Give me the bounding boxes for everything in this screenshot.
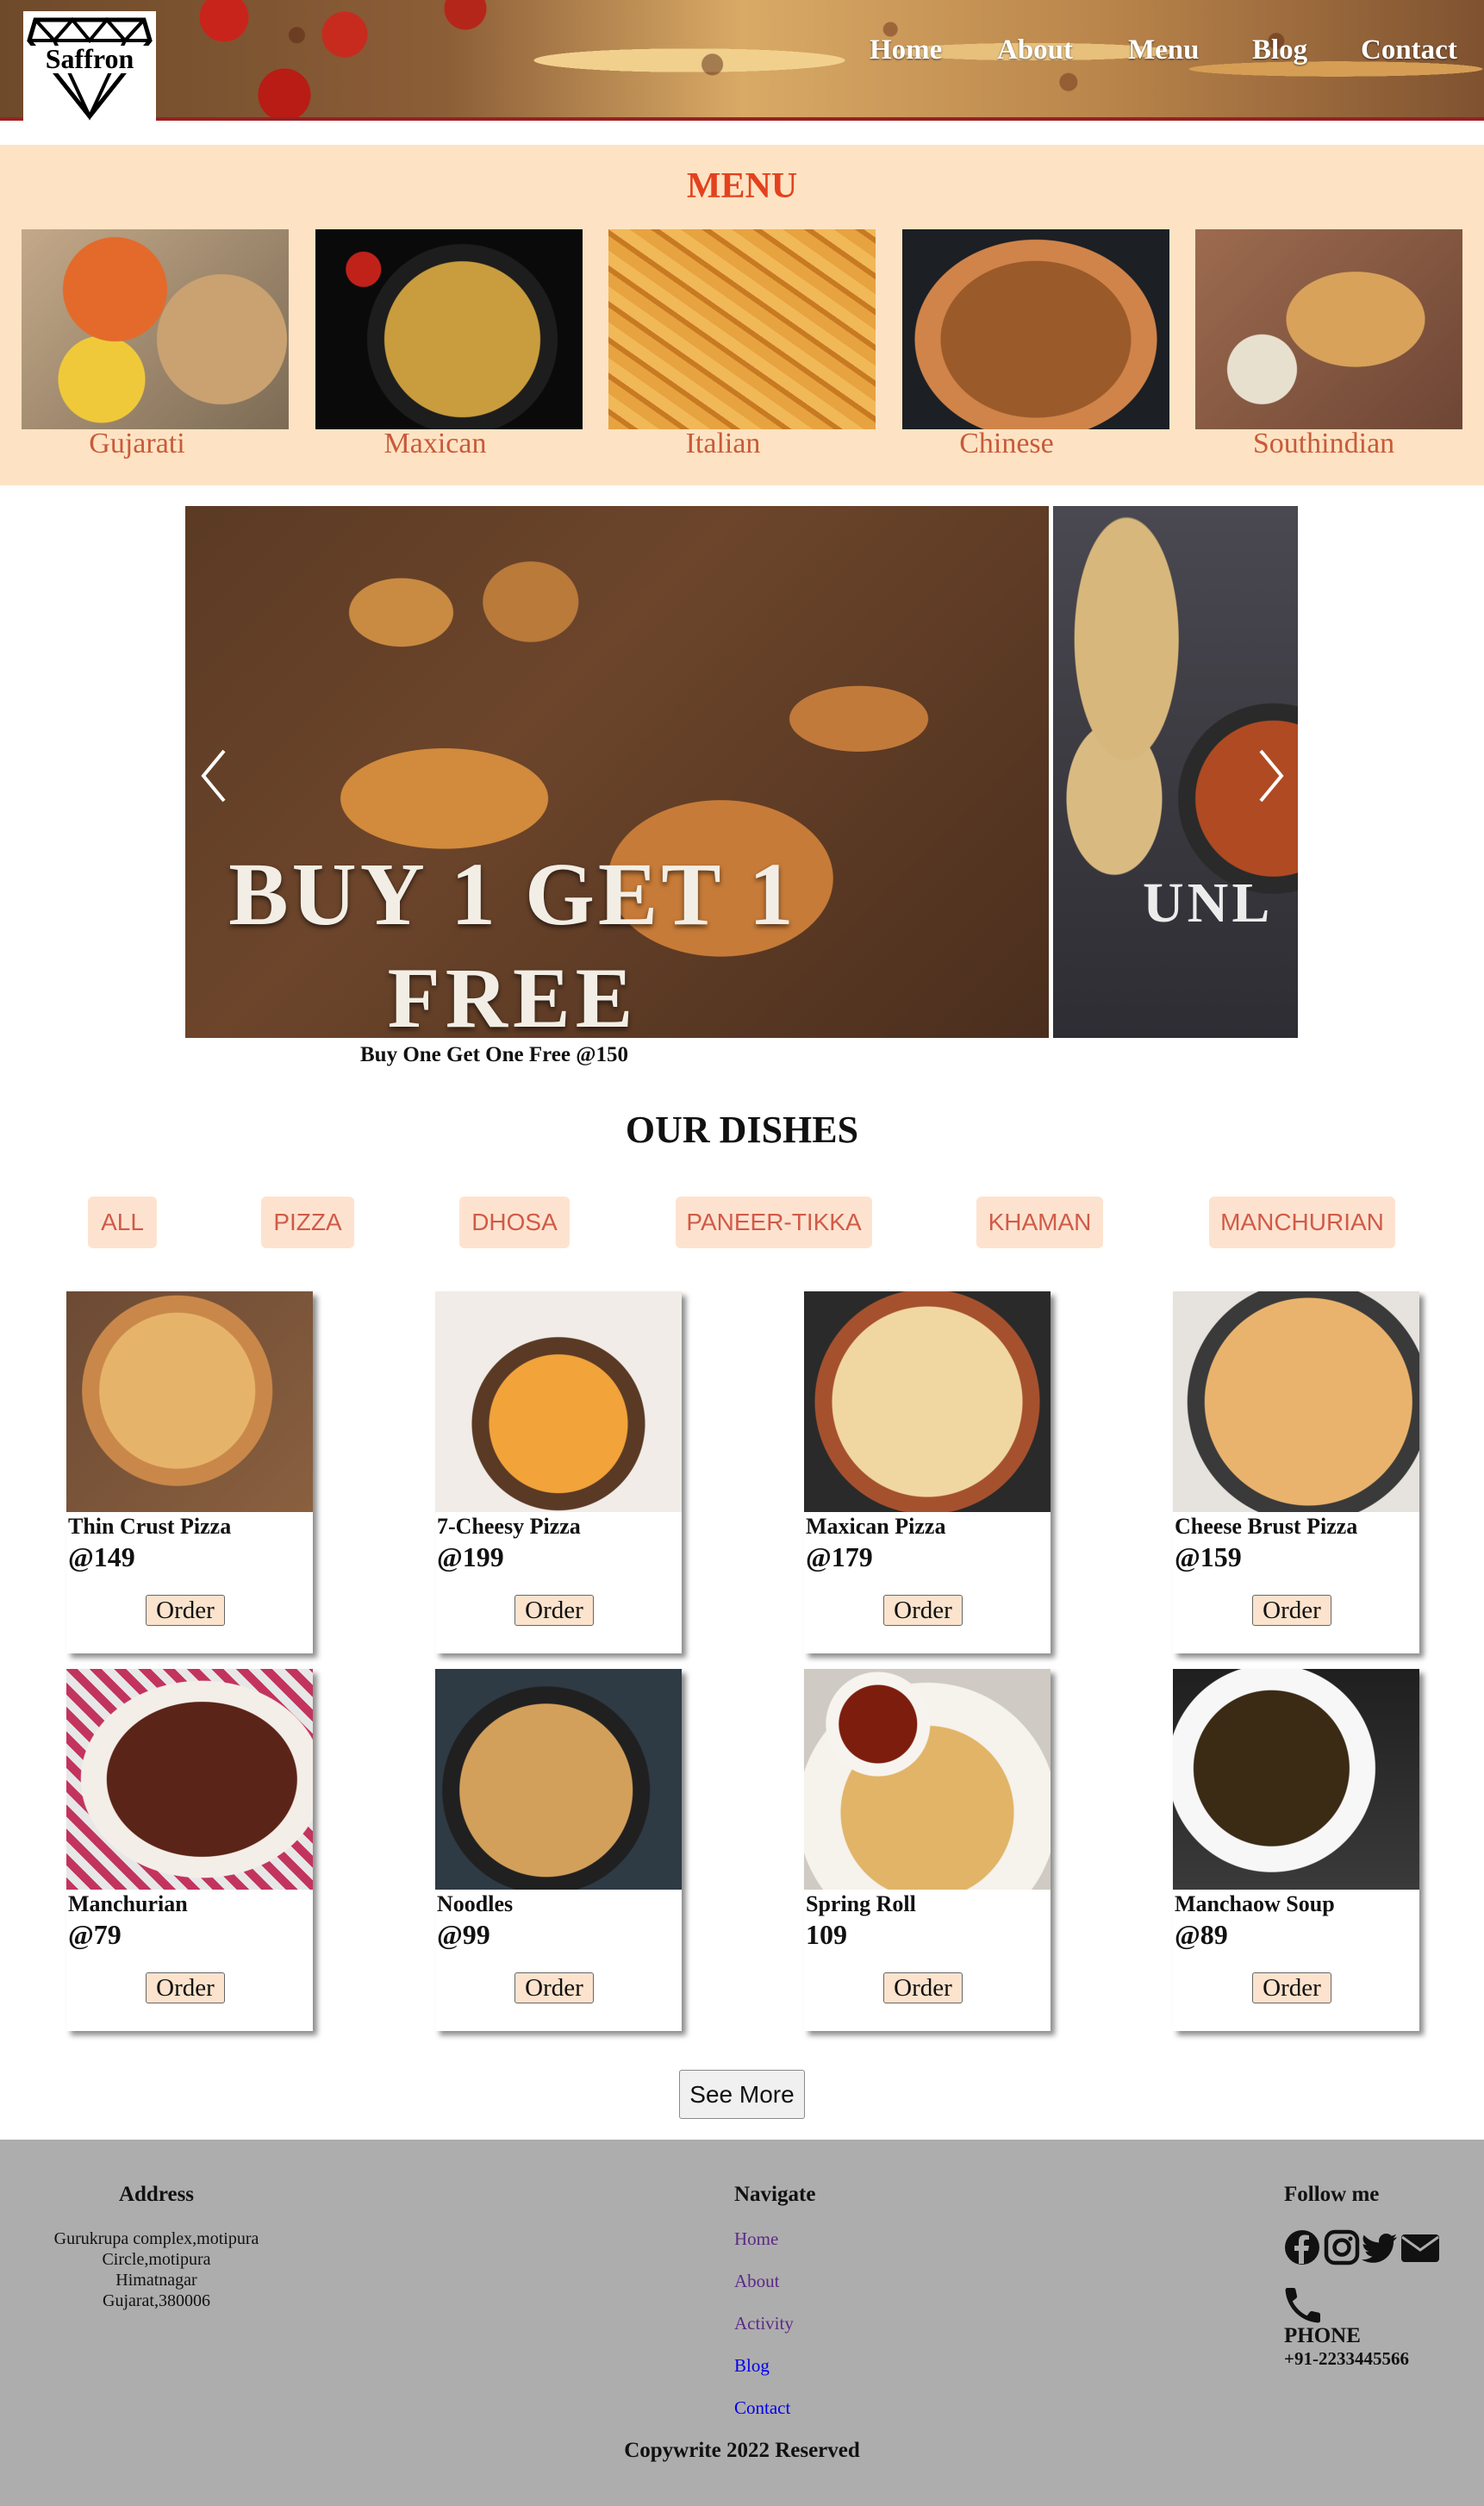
nav-home[interactable]: Home bbox=[870, 34, 942, 66]
dish-image bbox=[804, 1669, 1051, 1890]
navigate-heading: Navigate bbox=[734, 2183, 816, 2206]
menu-title: MENU bbox=[686, 166, 798, 206]
dish-price: @79 bbox=[68, 1919, 122, 1950]
dish-card: Cheese Brust Pizza @159 Order bbox=[1173, 1291, 1419, 1653]
nav-about[interactable]: About bbox=[997, 34, 1073, 66]
category-image-gujarati[interactable] bbox=[22, 229, 289, 429]
footer-link-activity[interactable]: Activity bbox=[734, 2313, 794, 2334]
category-label-italian[interactable]: Italian bbox=[589, 428, 857, 460]
carousel-prev-icon[interactable] bbox=[196, 746, 231, 806]
filter-dhosa-button[interactable]: DHOSA bbox=[459, 1197, 570, 1248]
instagram-icon[interactable] bbox=[1324, 2229, 1360, 2265]
dish-image bbox=[804, 1291, 1051, 1512]
dish-name: Noodles bbox=[437, 1891, 514, 1916]
order-button[interactable]: Order bbox=[1252, 1595, 1331, 1626]
twitter-icon[interactable] bbox=[1362, 2229, 1398, 2265]
dish-price: @89 bbox=[1175, 1919, 1228, 1950]
slide-offer-headline: BUY 1 GET 1 bbox=[228, 845, 797, 944]
order-button[interactable]: Order bbox=[514, 1972, 594, 2003]
nav-menu[interactable]: Menu bbox=[1128, 34, 1200, 66]
category-label-southindian[interactable]: Southindian bbox=[1190, 428, 1457, 460]
order-button[interactable]: Order bbox=[883, 1595, 963, 1626]
dish-price: @179 bbox=[806, 1541, 873, 1572]
filter-paneer-tikka-button[interactable]: PANEER-TIKKA bbox=[676, 1197, 872, 1248]
category-image-southindian[interactable] bbox=[1195, 229, 1462, 429]
copyright-text: Copywrite 2022 Reserved bbox=[624, 2439, 860, 2462]
dish-name: Spring Roll bbox=[806, 1891, 916, 1916]
saffron-logo[interactable]: Saffron bbox=[23, 11, 156, 121]
filter-khaman-button[interactable]: KHAMAN bbox=[976, 1197, 1103, 1248]
dish-price: @99 bbox=[437, 1919, 490, 1950]
svg-text:Saffron: Saffron bbox=[46, 43, 134, 74]
dish-image bbox=[1173, 1669, 1419, 1890]
filter-manchurian-button[interactable]: MANCHURIAN bbox=[1209, 1197, 1395, 1248]
order-button[interactable]: Order bbox=[1252, 1972, 1331, 2003]
category-label-gujarati[interactable]: Gujarati bbox=[3, 428, 271, 460]
dish-name: Manchaow Soup bbox=[1175, 1891, 1335, 1916]
nav-blog[interactable]: Blog bbox=[1252, 34, 1307, 66]
dish-name: Cheese Brust Pizza bbox=[1175, 1514, 1358, 1539]
footer-link-home[interactable]: Home bbox=[734, 2228, 778, 2250]
dish-card: Spring Roll 109 Order bbox=[804, 1669, 1051, 2031]
carousel-next-icon[interactable] bbox=[1254, 746, 1288, 806]
order-button[interactable]: Order bbox=[146, 1595, 225, 1626]
footer-link-blog[interactable]: Blog bbox=[734, 2355, 770, 2377]
dish-price: @149 bbox=[68, 1541, 135, 1572]
phone-label: PHONE bbox=[1284, 2324, 1361, 2347]
address-text: Gurukrupa complex,motipura Circle,motipu… bbox=[0, 2228, 313, 2311]
dish-card: Maxican Pizza @179 Order bbox=[804, 1291, 1051, 1653]
category-image-italian[interactable] bbox=[608, 229, 876, 429]
phone-number: +91-2233445566 bbox=[1284, 2348, 1409, 2369]
address-heading: Address bbox=[118, 2183, 195, 2206]
dish-name: Manchurian bbox=[68, 1891, 188, 1916]
carousel-caption: Buy One Get One Free @150 bbox=[360, 1043, 628, 1066]
facebook-icon[interactable] bbox=[1284, 2229, 1320, 2265]
address-line: Gujarat,380006 bbox=[103, 2291, 210, 2310]
dish-name: Thin Crust Pizza bbox=[68, 1514, 232, 1539]
slide-offer-subheadline: FREE bbox=[387, 950, 639, 1046]
footer-link-about[interactable]: About bbox=[734, 2271, 780, 2292]
address-line: Gurukrupa complex,motipura bbox=[53, 2229, 259, 2248]
dish-price: 109 bbox=[806, 1919, 847, 1950]
filter-pizza-button[interactable]: PIZZA bbox=[261, 1197, 354, 1248]
filter-all-button[interactable]: ALL bbox=[88, 1197, 157, 1248]
dish-image bbox=[1173, 1291, 1419, 1512]
dish-name: 7-Cheesy Pizza bbox=[437, 1514, 581, 1539]
dishes-title: OUR DISHES bbox=[625, 1109, 859, 1151]
dish-price: @199 bbox=[437, 1541, 504, 1572]
dish-image bbox=[66, 1669, 313, 1890]
category-label-maxican[interactable]: Maxican bbox=[302, 428, 569, 460]
footer-link-contact[interactable]: Contact bbox=[734, 2397, 790, 2419]
category-image-maxican[interactable] bbox=[315, 229, 583, 429]
dish-price: @159 bbox=[1175, 1541, 1242, 1572]
dish-image bbox=[435, 1291, 682, 1512]
category-image-chinese[interactable] bbox=[902, 229, 1169, 429]
dish-card: Thin Crust Pizza @149 Order bbox=[66, 1291, 313, 1653]
address-line: Circle,motipura bbox=[102, 2250, 211, 2269]
order-button[interactable]: Order bbox=[883, 1972, 963, 2003]
address-line: Himatnagar bbox=[115, 2271, 197, 2290]
dish-image bbox=[435, 1669, 682, 1890]
dish-image bbox=[66, 1291, 313, 1512]
dish-card: 7-Cheesy Pizza @199 Order bbox=[435, 1291, 682, 1653]
see-more-button[interactable]: See More bbox=[679, 2070, 805, 2119]
diamond-logo-icon: Saffron bbox=[27, 16, 153, 121]
dish-card: Noodles @99 Order bbox=[435, 1669, 682, 2031]
category-label-chinese[interactable]: Chinese bbox=[873, 428, 1140, 460]
phone-icon bbox=[1285, 2288, 1320, 2323]
dish-card: Manchaow Soup @89 Order bbox=[1173, 1669, 1419, 2031]
dish-name: Maxican Pizza bbox=[806, 1514, 946, 1539]
follow-heading: Follow me bbox=[1284, 2183, 1380, 2206]
nav-contact[interactable]: Contact bbox=[1361, 34, 1457, 66]
order-button[interactable]: Order bbox=[146, 1972, 225, 2003]
envelope-icon[interactable] bbox=[1400, 2229, 1441, 2265]
dish-card: Manchurian @79 Order bbox=[66, 1669, 313, 2031]
slide-next-headline: UNL bbox=[1143, 872, 1274, 934]
order-button[interactable]: Order bbox=[514, 1595, 594, 1626]
